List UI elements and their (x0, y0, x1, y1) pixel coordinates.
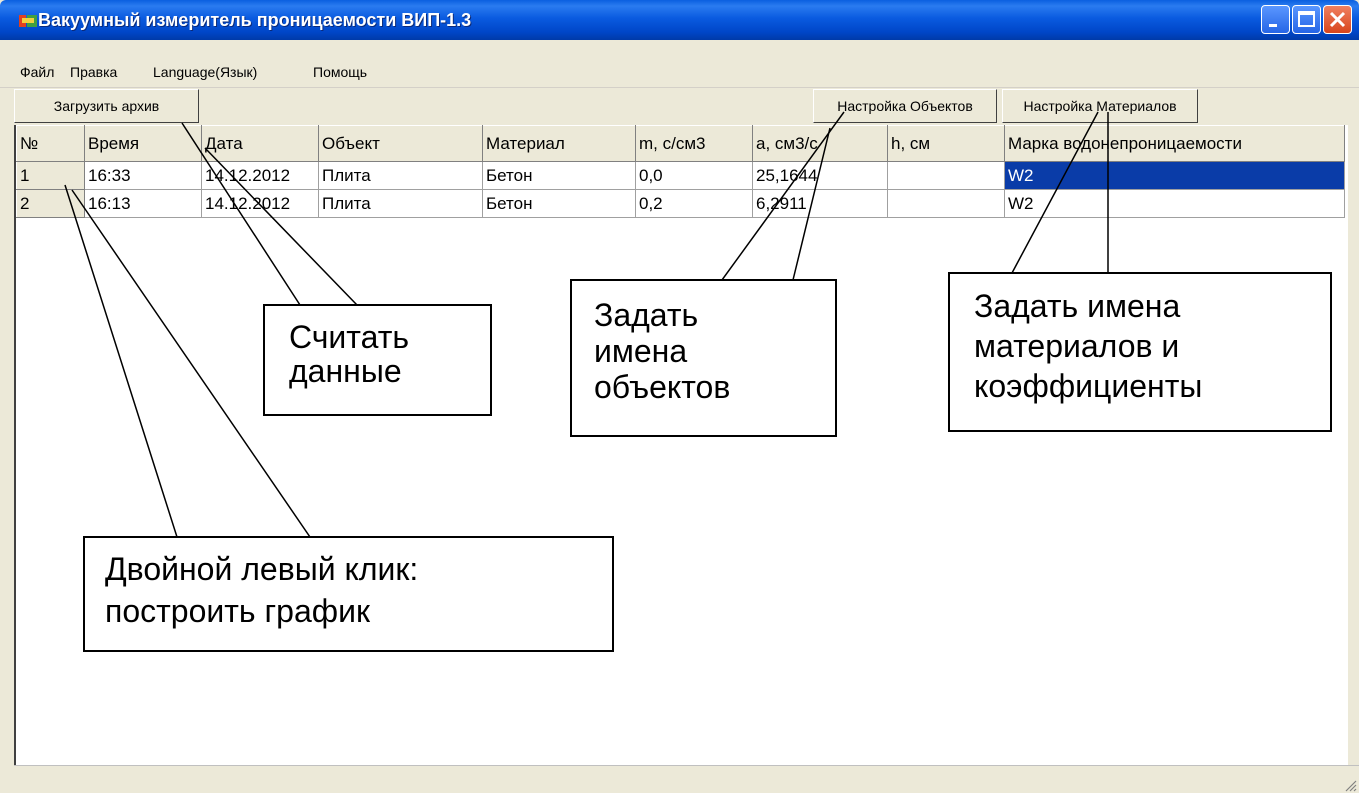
close-icon (1329, 11, 1346, 28)
selected-cell[interactable]: W2 (1004, 161, 1345, 190)
status-bar (14, 765, 1359, 793)
table-cell[interactable]: 25,1644 (752, 161, 888, 190)
objects-settings-button[interactable]: Настройка Объектов (813, 89, 997, 123)
close-button[interactable] (1323, 5, 1352, 34)
callout-text: Задать имена (974, 288, 1181, 324)
table-cell[interactable] (887, 161, 1005, 190)
table-cell[interactable]: Плита (318, 161, 483, 190)
column-header-m[interactable]: m, с/см3 (635, 125, 753, 162)
minimize-icon (1269, 24, 1277, 27)
table-cell[interactable]: Плита (318, 189, 483, 218)
column-header-material[interactable]: Материал (482, 125, 636, 162)
callout-text: коэффициенты (974, 368, 1203, 404)
callout-text: построить график (105, 593, 370, 629)
archive-grid[interactable]: № Время Дата Объект Материал m, с/см3 a,… (14, 125, 1348, 765)
table-cell[interactable]: 16:13 (84, 189, 202, 218)
load-archive-button[interactable]: Загрузить архив (14, 89, 199, 123)
row-number-cell[interactable]: 2 (16, 189, 85, 218)
table-cell[interactable]: 6,2911 (752, 189, 888, 218)
callout-material-names: Задать имена материалов и коэффициенты (948, 272, 1332, 432)
menu-edit[interactable]: Правка (70, 64, 117, 80)
app-icon (19, 15, 37, 27)
table-cell[interactable]: Бетон (482, 161, 636, 190)
title-bar[interactable]: Вакуумный измеритель проницаемости ВИП-1… (0, 0, 1359, 40)
toolbar: Загрузить архив Настройка Объектов Настр… (0, 87, 1359, 124)
table-row[interactable]: 1 16:33 14.12.2012 Плита Бетон 0,0 25,16… (16, 161, 1345, 190)
table-cell[interactable]: 0,2 (635, 189, 753, 218)
table-cell[interactable] (887, 189, 1005, 218)
callout-text: материалов и (974, 328, 1180, 364)
window-title: Вакуумный измеритель проницаемости ВИП-1… (38, 10, 472, 30)
column-header-a[interactable]: a, см3/с (752, 125, 888, 162)
maximize-button[interactable] (1292, 5, 1321, 34)
menu-language[interactable]: Language(Язык) (153, 64, 257, 80)
minimize-button[interactable] (1261, 5, 1290, 34)
column-header-grade[interactable]: Марка водонепроницаемости (1004, 125, 1345, 162)
table-cell[interactable]: W2 (1004, 189, 1345, 218)
materials-settings-button[interactable]: Настройка Материалов (1002, 89, 1198, 123)
table-row[interactable]: 2 16:13 14.12.2012 Плита Бетон 0,2 6,291… (16, 189, 1345, 218)
resize-grip-icon[interactable] (1343, 778, 1357, 792)
callout-text: Считать (289, 319, 410, 355)
menu-help[interactable]: Помощь (313, 64, 367, 80)
menu-file[interactable]: Файл (20, 64, 54, 80)
table-cell[interactable]: 14.12.2012 (201, 161, 319, 190)
column-header-date[interactable]: Дата (201, 125, 319, 162)
column-header-h[interactable]: h, см (887, 125, 1005, 162)
menu-bar: Файл Правка Language(Язык) Помощь (0, 60, 1359, 86)
callout-text: имена (594, 333, 688, 369)
column-header-number[interactable]: № (16, 125, 85, 162)
table-cell[interactable]: 0,0 (635, 161, 753, 190)
table-cell[interactable]: 14.12.2012 (201, 189, 319, 218)
column-header-object[interactable]: Объект (318, 125, 483, 162)
row-number-cell[interactable]: 1 (16, 161, 85, 190)
callout-text: данные (289, 353, 402, 389)
table-cell[interactable]: Бетон (482, 189, 636, 218)
table-header-row: № Время Дата Объект Материал m, с/см3 a,… (16, 125, 1345, 162)
callout-object-names: Задать имена объектов (570, 279, 837, 437)
maximize-icon (1298, 11, 1315, 27)
callout-read-data: Считать данные (263, 304, 492, 416)
callout-text: Двойной левый клик: (105, 551, 419, 587)
callout-text: объектов (594, 369, 731, 405)
column-header-time[interactable]: Время (84, 125, 202, 162)
callout-double-click: Двойной левый клик: построить график (83, 536, 614, 652)
table-cell[interactable]: 16:33 (84, 161, 202, 190)
callout-text: Задать (594, 297, 699, 333)
archive-table: № Время Дата Объект Материал m, с/см3 a,… (16, 125, 1345, 218)
